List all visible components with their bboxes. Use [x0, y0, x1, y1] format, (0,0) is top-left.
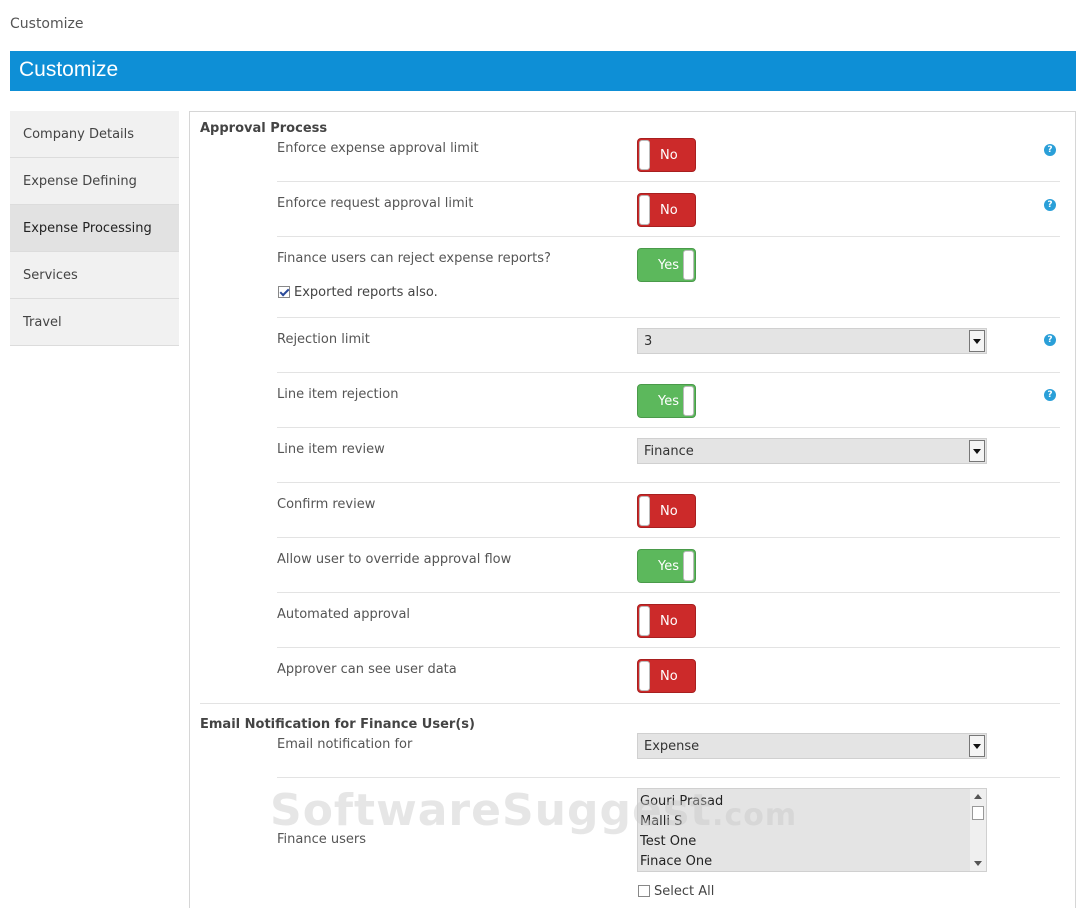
sidebar-item-travel[interactable]: Travel [10, 299, 179, 346]
confirm-review-row: Confirm review No [277, 494, 1060, 538]
list-item[interactable]: Finace One [640, 854, 712, 869]
select-all-checkbox[interactable] [638, 885, 650, 897]
toggle-knob [639, 496, 650, 526]
toggle-knob [683, 551, 694, 581]
finance-reject-toggle[interactable]: Yes [637, 248, 696, 282]
select-all-label: Select All [654, 884, 715, 899]
chevron-down-icon[interactable] [969, 735, 985, 757]
line-item-review-label: Line item review [277, 442, 385, 457]
page-title: Customize [19, 58, 119, 81]
toggle-value: No [660, 669, 678, 684]
email-notification-row: Email notification for Expense [277, 733, 1060, 778]
select-value: Expense [644, 739, 700, 754]
help-icon[interactable]: ? [1044, 199, 1056, 211]
scroll-thumb[interactable] [972, 806, 984, 820]
finance-reject-label: Finance users can reject expense reports… [277, 251, 551, 266]
toggle-knob [639, 606, 650, 636]
toggle-knob [683, 250, 694, 280]
page-banner: Customize [10, 51, 1076, 91]
line-item-rejection-label: Line item rejection [277, 387, 399, 402]
sidebar-item-services[interactable]: Services [10, 252, 179, 299]
enforce-request-toggle[interactable]: No [637, 193, 696, 227]
section-divider [200, 703, 1060, 704]
sidebar: Company Details Expense Defining Expense… [10, 111, 179, 346]
rejection-limit-select[interactable]: 3 [637, 328, 987, 354]
email-notification-label: Email notification for [277, 737, 413, 752]
help-icon[interactable]: ? [1044, 389, 1056, 401]
automated-approval-label: Automated approval [277, 607, 411, 622]
email-section-title: Email Notification for Finance User(s) [200, 717, 475, 732]
settings-panel: Approval Process Enforce expense approva… [189, 111, 1076, 908]
allow-override-toggle[interactable]: Yes [637, 549, 696, 583]
enforce-expense-toggle[interactable]: No [637, 138, 696, 172]
enforce-expense-row: Enforce expense approval limit No ? [277, 138, 1060, 182]
enforce-request-row: Enforce request approval limit No ? [277, 193, 1060, 237]
sidebar-item-expense-processing[interactable]: Expense Processing [10, 205, 179, 252]
email-notification-select[interactable]: Expense [637, 733, 987, 759]
approval-section-title: Approval Process [200, 121, 328, 136]
chevron-down-icon[interactable] [969, 330, 985, 352]
select-value: 3 [644, 334, 653, 349]
list-item[interactable]: Gouri Prasad [640, 794, 723, 809]
toggle-value: No [660, 148, 678, 163]
rejection-limit-row: Rejection limit 3 ? [277, 328, 1060, 373]
allow-override-row: Allow user to override approval flow Yes [277, 549, 1060, 593]
list-item[interactable]: Test One [640, 834, 696, 849]
toggle-value: Yes [658, 258, 679, 273]
page-label: Customize [10, 16, 84, 32]
chevron-down-icon[interactable] [969, 440, 985, 462]
finance-users-listbox[interactable]: Gouri Prasad Malli S Test One Finace One [637, 788, 987, 872]
toggle-value: Yes [658, 394, 679, 409]
allow-override-label: Allow user to override approval flow [277, 552, 512, 567]
automated-approval-toggle[interactable]: No [637, 604, 696, 638]
line-item-rejection-row: Line item rejection Yes ? [277, 384, 1060, 428]
toggle-value: No [660, 614, 678, 629]
line-item-review-row: Line item review Finance [277, 438, 1060, 483]
line-item-rejection-toggle[interactable]: Yes [637, 384, 696, 418]
rejection-limit-label: Rejection limit [277, 332, 370, 347]
sidebar-item-company-details[interactable]: Company Details [10, 111, 179, 158]
select-value: Finance [644, 444, 694, 459]
list-item[interactable]: Malli S [640, 814, 682, 829]
confirm-review-toggle[interactable]: No [637, 494, 696, 528]
toggle-knob [639, 140, 650, 170]
toggle-value: Yes [658, 559, 679, 574]
toggle-knob [639, 661, 650, 691]
toggle-value: No [660, 504, 678, 519]
toggle-knob [683, 386, 694, 416]
scroll-up-icon[interactable] [974, 794, 982, 799]
exported-reports-label: Exported reports also. [294, 285, 438, 300]
automated-approval-row: Automated approval No [277, 604, 1060, 648]
approver-see-data-row: Approver can see user data No [277, 659, 1060, 703]
scroll-down-icon[interactable] [974, 861, 982, 866]
confirm-review-label: Confirm review [277, 497, 376, 512]
approver-see-data-toggle[interactable]: No [637, 659, 696, 693]
sidebar-item-expense-defining[interactable]: Expense Defining [10, 158, 179, 205]
line-item-review-select[interactable]: Finance [637, 438, 987, 464]
finance-users-label: Finance users [277, 832, 366, 847]
enforce-request-label: Enforce request approval limit [277, 196, 474, 211]
toggle-knob [639, 195, 650, 225]
enforce-expense-label: Enforce expense approval limit [277, 141, 479, 156]
help-icon[interactable]: ? [1044, 144, 1056, 156]
toggle-value: No [660, 203, 678, 218]
approver-see-data-label: Approver can see user data [277, 662, 457, 677]
exported-reports-checkbox[interactable] [278, 286, 290, 298]
listbox-scrollbar[interactable] [970, 789, 986, 871]
finance-users-row: Finance users Gouri Prasad Malli S Test … [277, 788, 1060, 908]
finance-reject-row: Finance users can reject expense reports… [277, 248, 1060, 318]
help-icon[interactable]: ? [1044, 334, 1056, 346]
